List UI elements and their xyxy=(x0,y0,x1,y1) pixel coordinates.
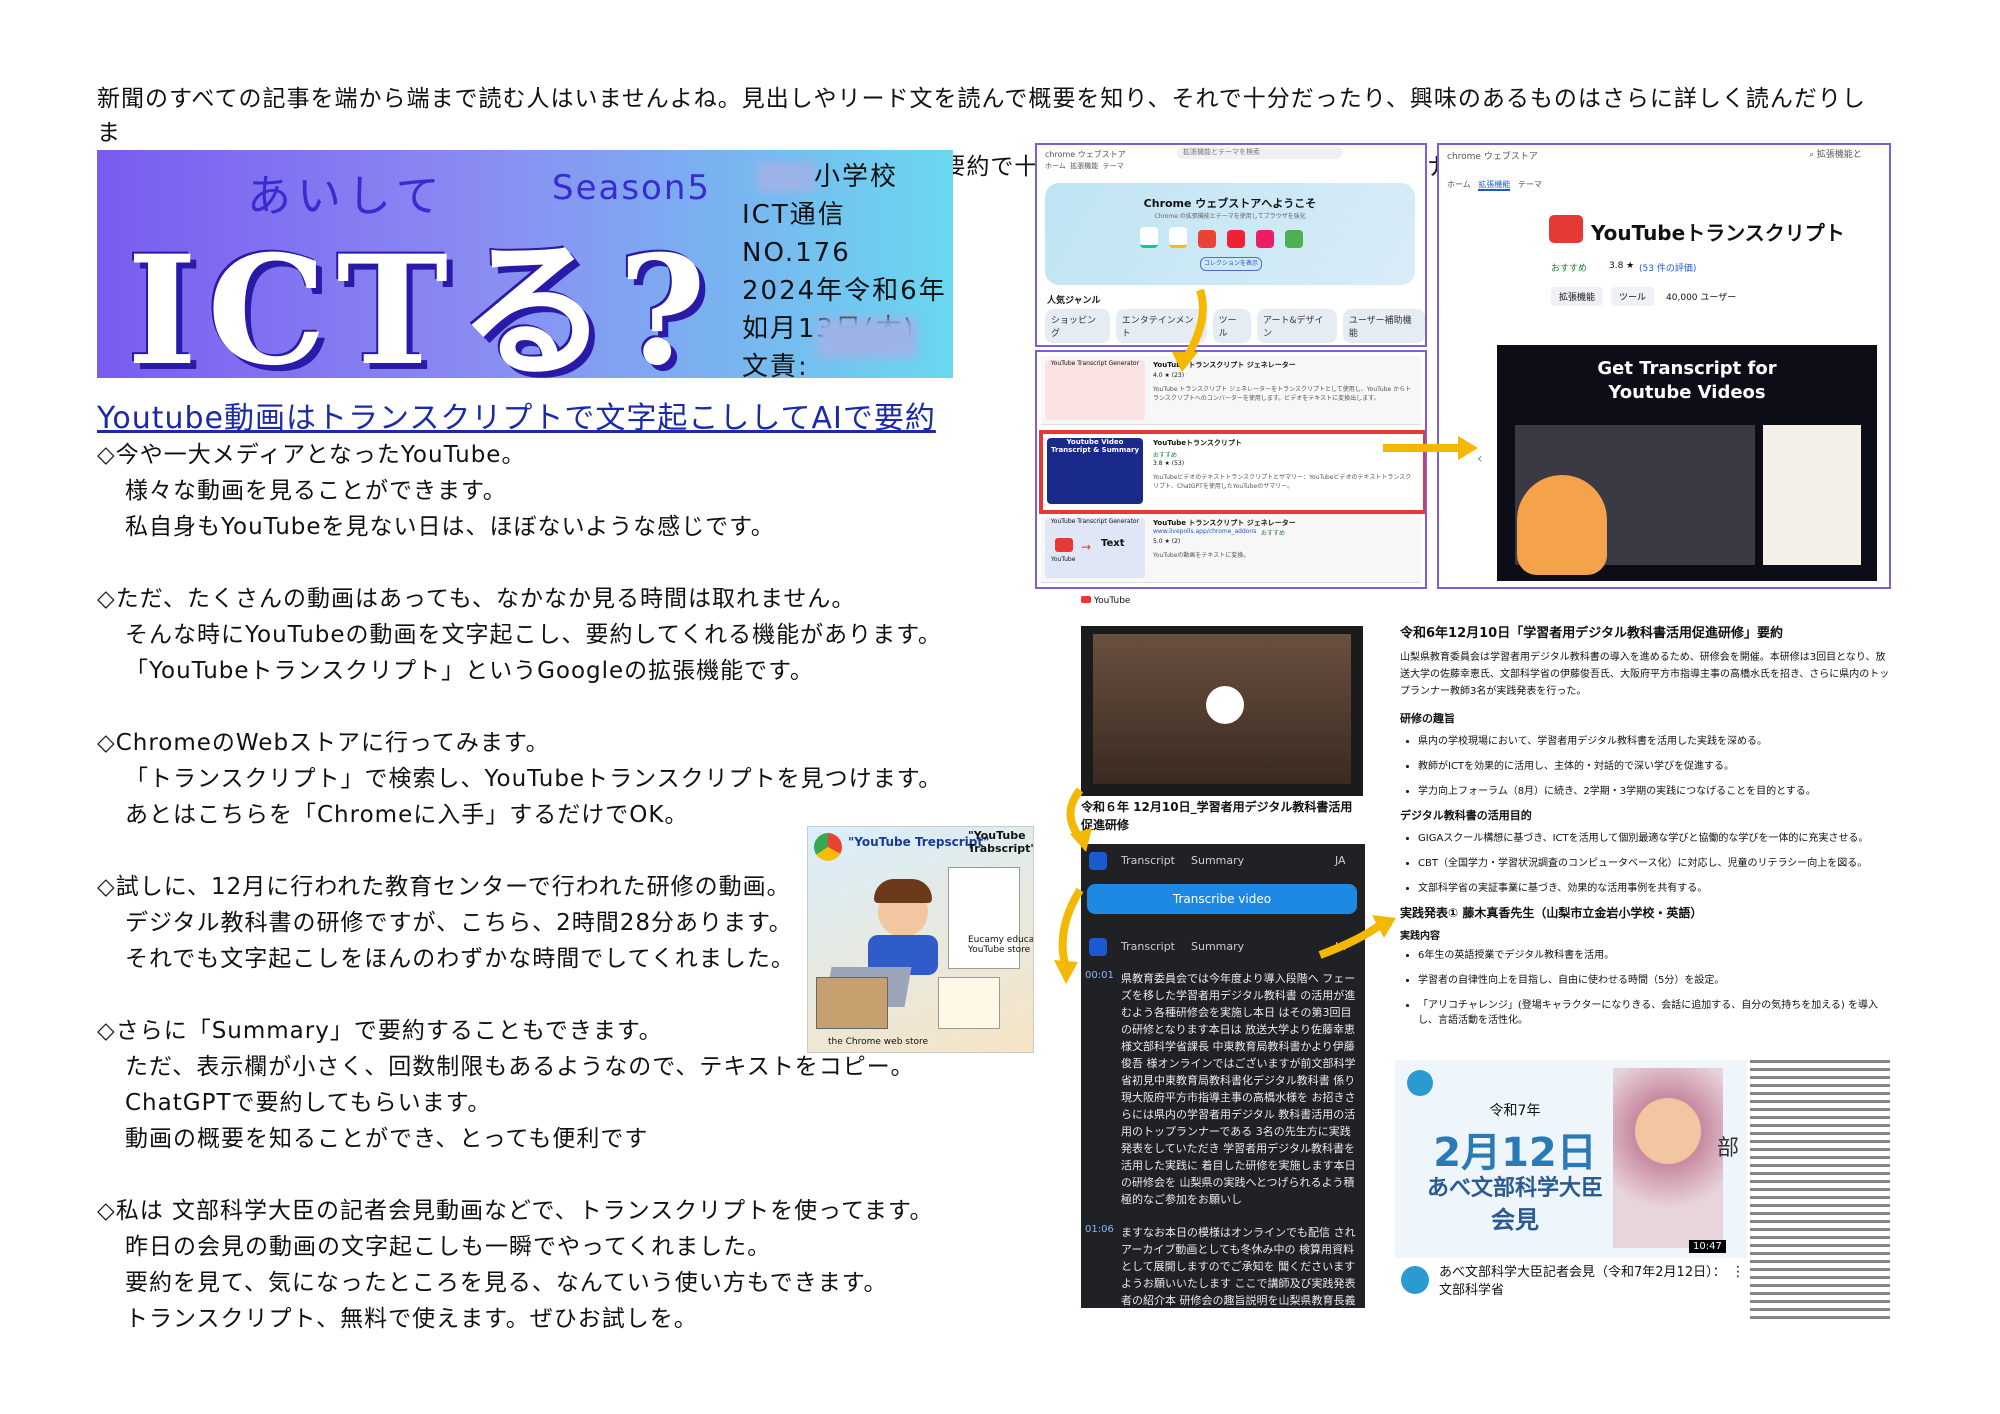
arrow-transcript-to-summary xyxy=(1318,921,1383,959)
arrow-cws-to-results xyxy=(1181,288,1207,363)
arrow-head xyxy=(1172,352,1198,372)
arrow-head xyxy=(1458,436,1478,460)
arrow-head xyxy=(1054,960,1078,984)
annotation-arrows xyxy=(1054,288,1478,984)
arrow-transcribe-to-text xyxy=(1058,887,1084,970)
